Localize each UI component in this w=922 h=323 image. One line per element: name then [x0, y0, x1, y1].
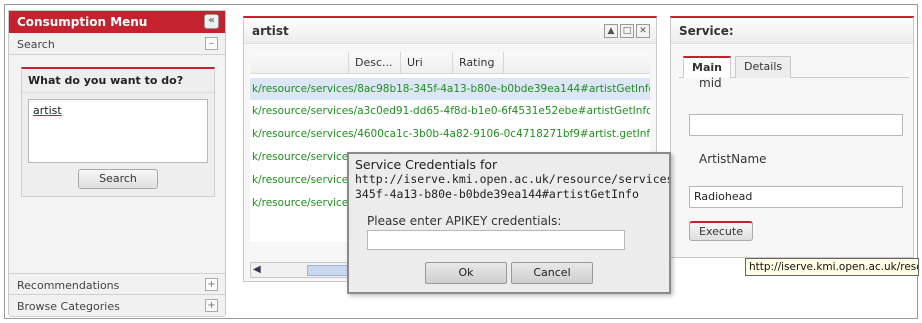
- accordion-recommendations[interactable]: Recommendations +: [9, 273, 225, 295]
- execute-button[interactable]: Execute: [689, 221, 753, 241]
- mid-field[interactable]: [689, 114, 903, 136]
- column-header-rating[interactable]: Rating: [452, 52, 504, 74]
- collapse-search-icon[interactable]: –: [205, 37, 218, 50]
- maximize-window-icon[interactable]: □: [620, 24, 634, 38]
- accordion-recommendations-label: Recommendations: [17, 279, 120, 292]
- dialog-title: Service Credentials for http://iserve.km…: [355, 157, 669, 202]
- collapse-panel-icon[interactable]: «: [204, 14, 219, 29]
- accordion-search[interactable]: Search –: [9, 33, 225, 55]
- service-panel-title: Service:: [671, 18, 913, 44]
- uri-tooltip: http://iserve.kmi.open.ac.uk/reso: [745, 258, 919, 276]
- tab-details[interactable]: Details: [735, 56, 792, 78]
- dialog-title-url: http://iserve.kmi.open.ac.uk/resource/se…: [355, 172, 669, 186]
- ok-button[interactable]: Ok: [425, 262, 507, 284]
- service-tabs: Main Details: [679, 52, 909, 78]
- cancel-button[interactable]: Cancel: [511, 262, 593, 284]
- search-box: What do you want to do? artist Search: [21, 67, 215, 197]
- apikey-input[interactable]: [367, 230, 625, 250]
- dialog-title-operation: 345f-4a13-b80e-b0bde39ea144#artistGetInf…: [355, 187, 639, 201]
- consumption-menu-panel: Consumption Menu « Search – What do you …: [8, 10, 226, 317]
- table-row[interactable]: k/resource/services/a3c0ed91-dd65-4f8d-b…: [250, 100, 650, 122]
- query-textarea[interactable]: artist: [28, 99, 208, 163]
- column-header-description[interactable]: Desc...: [348, 52, 400, 74]
- column-header-uri[interactable]: Uri: [400, 52, 452, 74]
- table-row[interactable]: k/resource/services/4600ca1c-3b0b-4a82-9…: [250, 123, 650, 145]
- scroll-left-icon[interactable]: ◀: [253, 264, 261, 275]
- accordion-browse-categories[interactable]: Browse Categories +: [9, 295, 225, 317]
- search-button[interactable]: Search: [78, 169, 158, 189]
- expand-recommendations-icon[interactable]: +: [205, 278, 218, 291]
- horizontal-scrollbar[interactable]: ◀: [250, 262, 351, 278]
- tab-main[interactable]: Main: [683, 56, 731, 78]
- artist-name-field[interactable]: Radiohead: [689, 186, 903, 208]
- table-header: Desc... Uri Rating: [250, 52, 650, 74]
- table-row[interactable]: k/resource/services/8ac98b18-345f-4a13-b…: [250, 78, 650, 100]
- dialog-title-line1: Service Credentials for: [355, 157, 498, 172]
- mid-label: mid: [699, 76, 722, 90]
- credentials-dialog: Service Credentials for http://iserve.km…: [347, 152, 671, 294]
- artist-name-label: ArtistName: [699, 152, 767, 166]
- accordion-search-label: Search: [17, 38, 55, 51]
- collapse-window-icon[interactable]: ▲: [604, 24, 618, 38]
- service-panel: Service: Main Details mid ArtistName Rad…: [670, 16, 914, 258]
- close-window-icon[interactable]: ✕: [636, 24, 650, 38]
- expand-browse-icon[interactable]: +: [205, 299, 218, 312]
- consumption-menu-header: Consumption Menu «: [9, 11, 225, 33]
- scroll-thumb[interactable]: [307, 265, 351, 276]
- accordion-browse-label: Browse Categories: [17, 300, 120, 313]
- search-prompt: What do you want to do?: [22, 69, 214, 93]
- apikey-prompt: Please enter APIKEY credentials:: [367, 214, 562, 228]
- results-header: artist ▲ □ ✕: [244, 18, 656, 44]
- results-title: artist: [252, 24, 289, 38]
- consumption-menu-title: Consumption Menu: [17, 15, 148, 29]
